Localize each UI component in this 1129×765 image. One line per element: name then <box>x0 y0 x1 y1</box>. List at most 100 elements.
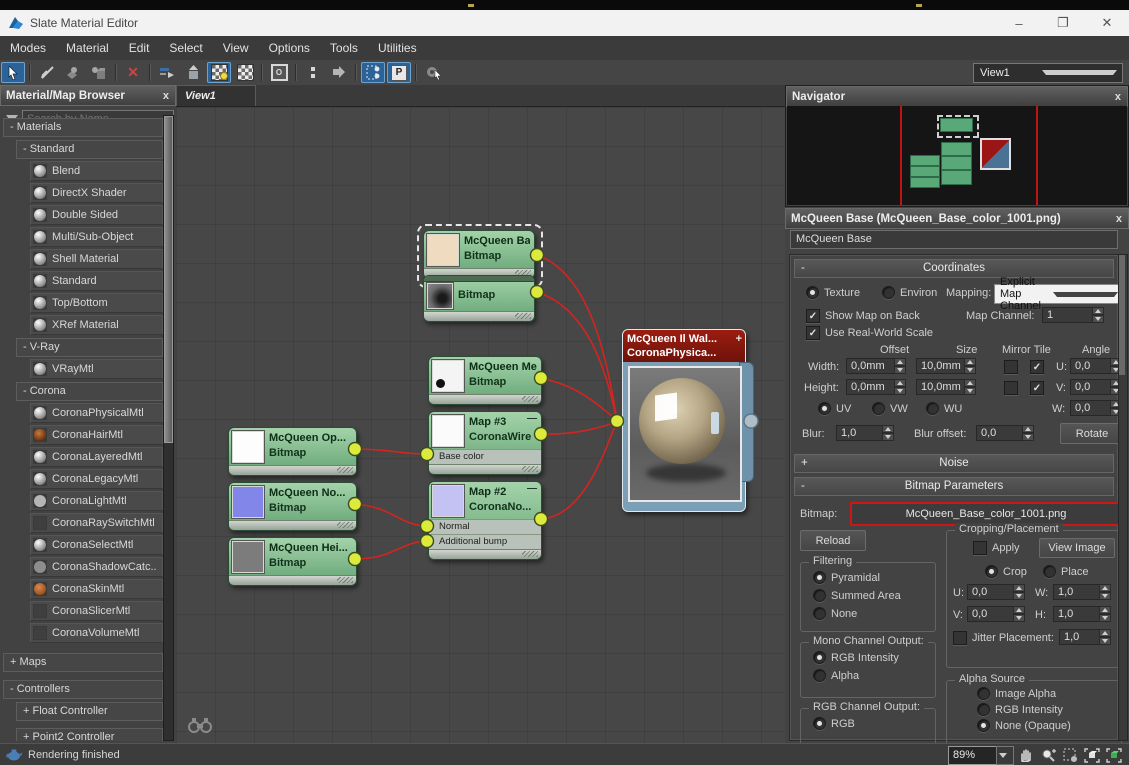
search-binoculars-icon[interactable] <box>188 717 212 733</box>
browser-item-shell[interactable]: Shell Material <box>30 249 163 269</box>
width-size-spinner[interactable]: 10,0mm <box>916 358 976 374</box>
group-controllers[interactable]: - Controllers <box>3 680 163 699</box>
parameter-editor-button[interactable]: P <box>387 62 411 83</box>
group-materials[interactable]: - Materials <box>3 118 163 137</box>
checkbox-mirror-v[interactable] <box>1004 381 1018 395</box>
u-angle-spinner[interactable]: 0,0 <box>1070 358 1122 374</box>
zoom-dropdown-button[interactable] <box>996 746 1014 765</box>
radio-vw[interactable]: VW <box>872 402 908 415</box>
group-vray[interactable]: - V-Ray <box>16 338 163 357</box>
group-standard[interactable]: - Standard <box>16 140 163 159</box>
rollout-bitmap-parameters[interactable]: - Bitmap Parameters <box>794 477 1114 496</box>
radio-rgb-intensity[interactable]: RGB Intensity <box>813 651 899 664</box>
browser-item-coronaphysical[interactable]: CoronaPhysicalMtl <box>30 403 163 423</box>
checkbox-jitter-placement[interactable]: Jitter Placement: <box>953 631 1054 645</box>
rotate-button[interactable]: Rotate <box>1060 423 1124 444</box>
show-end-result-button[interactable]: O <box>267 62 291 83</box>
parameter-scrollbar[interactable] <box>1118 254 1128 741</box>
browser-item-blend[interactable]: Blend <box>30 161 163 181</box>
node-resize-handle[interactable] <box>229 575 356 585</box>
radio-filter-none[interactable]: None <box>813 607 857 620</box>
checkbox-tile-u[interactable]: ✓ <box>1030 360 1044 374</box>
browser-item-coronavolume[interactable]: CoronaVolumeMtl <box>30 623 163 643</box>
node-mcqueen-base[interactable]: McQueen BaseBitmap <box>423 230 535 279</box>
radio-rgb[interactable]: RGB <box>813 717 855 730</box>
height-size-spinner[interactable]: 10,0mm <box>916 379 976 395</box>
browser-scrollbar[interactable] <box>163 115 174 741</box>
browser-scrollbar-thumb[interactable] <box>164 116 173 443</box>
radio-none-opaque[interactable]: None (Opaque) <box>977 719 1071 732</box>
v-angle-spinner[interactable]: 0,0 <box>1070 379 1122 395</box>
node-resize-handle[interactable] <box>229 520 356 530</box>
group-point2-controller[interactable]: + Point2 Controller <box>16 728 163 741</box>
w-angle-spinner[interactable]: 0,0 <box>1070 400 1122 416</box>
node-resize-handle[interactable] <box>429 394 541 404</box>
radio-texture[interactable]: Texture <box>806 286 860 299</box>
crop-h-spinner[interactable]: 1,0 <box>1053 606 1111 622</box>
crop-u-spinner[interactable]: 0,0 <box>967 584 1025 600</box>
zoom-tool-button[interactable] <box>1038 746 1058 764</box>
delete-selected-button[interactable]: ✕ <box>121 62 145 83</box>
map-channel-spinner[interactable]: 1 <box>1042 307 1104 323</box>
view-image-button[interactable]: View Image <box>1039 538 1115 558</box>
node-resize-handle[interactable] <box>229 465 356 475</box>
radio-pyramidal[interactable]: Pyramidal <box>813 571 880 584</box>
browser-close-icon[interactable]: x <box>163 90 175 102</box>
rollout-noise[interactable]: + Noise <box>794 454 1114 473</box>
reload-button[interactable]: Reload <box>800 530 866 551</box>
checkbox-tile-v[interactable]: ✓ <box>1030 381 1044 395</box>
browser-item-standard[interactable]: Standard <box>30 271 163 291</box>
node-expand-icon[interactable]: + <box>736 332 742 346</box>
group-corona[interactable]: - Corona <box>16 382 163 401</box>
navigator-minimap[interactable] <box>787 106 1127 205</box>
checkbox-mirror-u[interactable] <box>1004 360 1018 374</box>
browser-item-xref[interactable]: XRef Material <box>30 315 163 335</box>
browser-item-coronarayswitch[interactable]: CoronaRaySwitchMtl <box>30 513 163 533</box>
node-minimize-icon[interactable]: — <box>527 483 537 494</box>
material-by-node-button[interactable] <box>361 62 385 83</box>
assign-to-selection-button[interactable] <box>87 62 111 83</box>
group-maps[interactable]: + Maps <box>3 653 163 672</box>
node-mcqueen-metallic[interactable]: McQueen Me...Bitmap <box>428 356 542 405</box>
radio-place[interactable]: Place <box>1043 565 1089 578</box>
node-map3-coronawire[interactable]: — Map #3CoronaWire Base color <box>428 411 542 475</box>
node-map2-coronanormal[interactable]: — Map #2CoronaNo... Normal Additional bu… <box>428 481 542 560</box>
parameter-panel-close-icon[interactable]: x <box>1116 213 1128 225</box>
checkbox-use-real-world-scale[interactable]: ✓Use Real-World Scale <box>806 326 933 340</box>
browser-item-coronahair[interactable]: CoronaHairMtl <box>30 425 163 445</box>
node-resize-handle[interactable] <box>424 311 534 321</box>
pan-tool-button[interactable] <box>1016 746 1036 764</box>
browser-item-doublesided[interactable]: Double Sided <box>30 205 163 225</box>
show-background-button[interactable] <box>233 62 257 83</box>
radio-image-alpha[interactable]: Image Alpha <box>977 687 1056 700</box>
view-selector-dropdown[interactable]: View1 <box>973 63 1123 83</box>
browser-item-coronaslicer[interactable]: CoronaSlicerMtl <box>30 601 163 621</box>
show-shaded-material-button[interactable] <box>207 62 231 83</box>
menu-edit[interactable]: Edit <box>119 36 160 60</box>
menu-tools[interactable]: Tools <box>320 36 368 60</box>
parameter-scrollbar-thumb[interactable] <box>1119 255 1125 375</box>
node-resize-handle[interactable] <box>429 549 541 559</box>
node-bitmap-2[interactable]: Bitmap <box>423 275 535 322</box>
node-mcqueen-opacity[interactable]: McQueen Op...Bitmap <box>228 427 357 476</box>
crop-w-spinner[interactable]: 1,0 <box>1053 584 1111 600</box>
browser-item-coronaselect[interactable]: CoronaSelectMtl <box>30 535 163 555</box>
minimize-button[interactable]: – <box>997 10 1041 36</box>
browser-item-coronaskin[interactable]: CoronaSkinMtl <box>30 579 163 599</box>
zoom-extents-selected-button[interactable] <box>1104 746 1124 764</box>
node-mcqueen-height[interactable]: McQueen Hei...Bitmap <box>228 537 357 586</box>
tab-view1[interactable]: View1 <box>176 85 256 106</box>
width-offset-spinner[interactable]: 0,0mm <box>846 358 906 374</box>
browser-item-vraymtl[interactable]: VRayMtl <box>30 359 163 379</box>
move-children-button[interactable] <box>155 62 179 83</box>
blur-spinner[interactable]: 1,0 <box>836 425 894 441</box>
crop-v-spinner[interactable]: 0,0 <box>967 606 1025 622</box>
radio-summed-area[interactable]: Summed Area <box>813 589 901 602</box>
browser-item-multisub[interactable]: Multi/Sub-Object <box>30 227 163 247</box>
menu-view[interactable]: View <box>213 36 259 60</box>
input-slot-base-color[interactable]: Base color <box>429 449 541 464</box>
browser-item-coronalegacy[interactable]: CoronaLegacyMtl <box>30 469 163 489</box>
radio-uv[interactable]: UV <box>818 402 851 415</box>
height-offset-spinner[interactable]: 0,0mm <box>846 379 906 395</box>
menu-modes[interactable]: Modes <box>0 36 56 60</box>
